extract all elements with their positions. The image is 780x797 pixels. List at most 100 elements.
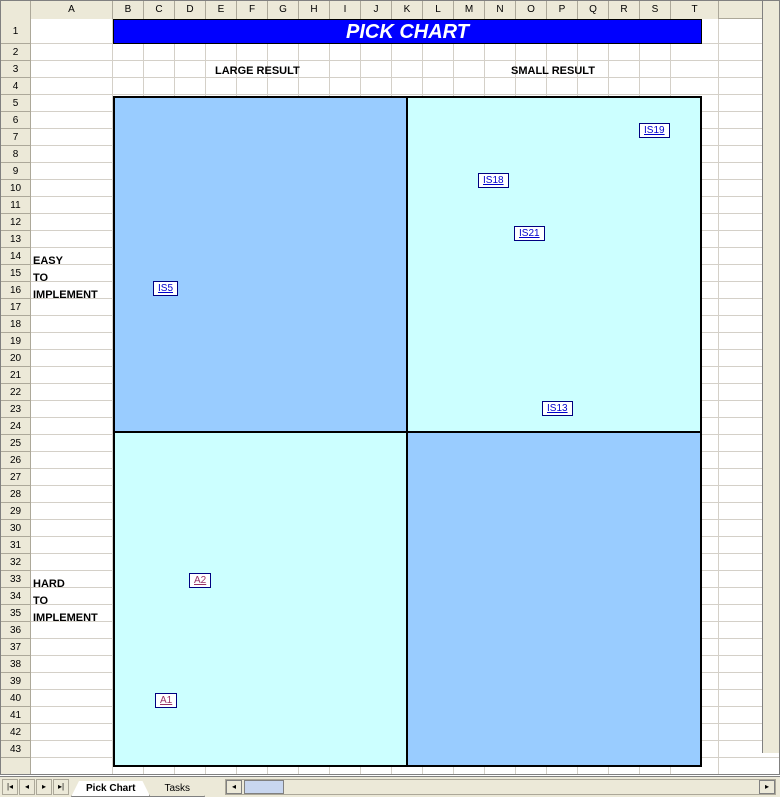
ylabel-easy-1: EASY (33, 255, 63, 267)
col-header-H[interactable]: H (299, 1, 330, 19)
row-header-34[interactable]: 34 (1, 588, 30, 605)
spreadsheet: ABCDEFGHIJKLMNOPQRST 1234567891011121314… (0, 0, 780, 775)
row-header-20[interactable]: 20 (1, 350, 30, 367)
chip-is5[interactable]: IS5 (153, 281, 178, 296)
row-header-38[interactable]: 38 (1, 656, 30, 673)
col-header-M[interactable]: M (454, 1, 485, 19)
quadrant-large-easy (113, 96, 408, 433)
row-header-18[interactable]: 18 (1, 316, 30, 333)
col-header-I[interactable]: I (330, 1, 361, 19)
col-header-K[interactable]: K (392, 1, 423, 19)
select-all-corner[interactable] (1, 1, 31, 19)
row-header-5[interactable]: 5 (1, 95, 30, 112)
vertical-scrollbar[interactable] (762, 1, 779, 753)
row-header-39[interactable]: 39 (1, 673, 30, 690)
nav-first-button[interactable]: |◂ (2, 779, 18, 795)
row-header-12[interactable]: 12 (1, 214, 30, 231)
col-header-S[interactable]: S (640, 1, 671, 19)
row-header-22[interactable]: 22 (1, 384, 30, 401)
chart-title: PICK CHART (113, 19, 702, 44)
col-header-Q[interactable]: Q (578, 1, 609, 19)
col-header-O[interactable]: O (516, 1, 547, 19)
header-large-result: LARGE RESULT (215, 65, 300, 77)
chip-a1[interactable]: A1 (155, 693, 177, 708)
row-header-37[interactable]: 37 (1, 639, 30, 656)
row-header-11[interactable]: 11 (1, 197, 30, 214)
row-header-40[interactable]: 40 (1, 690, 30, 707)
col-header-L[interactable]: L (423, 1, 454, 19)
chip-is18[interactable]: IS18 (478, 173, 509, 188)
ylabel-hard-1: HARD (33, 578, 65, 590)
ylabel-easy-2: TO (33, 272, 48, 284)
tab-pick-chart[interactable]: Pick Chart (71, 781, 150, 797)
ylabel-hard-2: TO (33, 595, 48, 607)
quadrant-large-hard (113, 431, 408, 767)
col-header-J[interactable]: J (361, 1, 392, 19)
row-header-26[interactable]: 26 (1, 452, 30, 469)
row-header-6[interactable]: 6 (1, 112, 30, 129)
tab-tasks[interactable]: Tasks (149, 781, 205, 797)
col-header-B[interactable]: B (113, 1, 144, 19)
chip-is21[interactable]: IS21 (514, 226, 545, 241)
row-header-43[interactable]: 43 (1, 741, 30, 758)
row-header-24[interactable]: 24 (1, 418, 30, 435)
row-header-4[interactable]: 4 (1, 78, 30, 95)
col-header-T[interactable]: T (671, 1, 719, 19)
row-header-30[interactable]: 30 (1, 520, 30, 537)
row-header-16[interactable]: 16 (1, 282, 30, 299)
ylabel-hard-3: IMPLEMENT (33, 612, 98, 624)
row-header-1[interactable]: 1 (1, 19, 30, 44)
nav-prev-button[interactable]: ◂ (19, 779, 35, 795)
row-header-35[interactable]: 35 (1, 605, 30, 622)
row-headers: 1234567891011121314151617181920212223242… (1, 19, 31, 774)
row-header-41[interactable]: 41 (1, 707, 30, 724)
ylabel-easy-3: IMPLEMENT (33, 289, 98, 301)
horizontal-scrollbar[interactable]: ◂ ▸ (225, 779, 776, 795)
scroll-left-button[interactable]: ◂ (226, 780, 242, 794)
row-header-25[interactable]: 25 (1, 435, 30, 452)
scroll-right-button[interactable]: ▸ (759, 780, 775, 794)
row-header-28[interactable]: 28 (1, 486, 30, 503)
cell-grid[interactable]: PICK CHART LARGE RESULT SMALL RESULT EAS… (31, 19, 779, 774)
row-header-3[interactable]: 3 (1, 61, 30, 78)
col-header-F[interactable]: F (237, 1, 268, 19)
sheet-tab-bar: |◂ ◂ ▸ ▸| Pick Chart Tasks ◂ ▸ (0, 776, 780, 797)
quadrant-small-easy (406, 96, 702, 433)
row-header-17[interactable]: 17 (1, 299, 30, 316)
row-header-8[interactable]: 8 (1, 146, 30, 163)
row-header-36[interactable]: 36 (1, 622, 30, 639)
row-header-2[interactable]: 2 (1, 44, 30, 61)
row-header-31[interactable]: 31 (1, 537, 30, 554)
row-header-9[interactable]: 9 (1, 163, 30, 180)
row-header-15[interactable]: 15 (1, 265, 30, 282)
row-header-33[interactable]: 33 (1, 571, 30, 588)
scroll-thumb[interactable] (244, 780, 284, 794)
row-header-29[interactable]: 29 (1, 503, 30, 520)
header-small-result: SMALL RESULT (511, 65, 595, 77)
col-header-N[interactable]: N (485, 1, 516, 19)
quadrant-small-hard (406, 431, 702, 767)
row-header-23[interactable]: 23 (1, 401, 30, 418)
col-header-P[interactable]: P (547, 1, 578, 19)
row-header-7[interactable]: 7 (1, 129, 30, 146)
col-header-G[interactable]: G (268, 1, 299, 19)
chip-is19[interactable]: IS19 (639, 123, 670, 138)
row-header-27[interactable]: 27 (1, 469, 30, 486)
row-header-19[interactable]: 19 (1, 333, 30, 350)
chip-is13[interactable]: IS13 (542, 401, 573, 416)
row-header-14[interactable]: 14 (1, 248, 30, 265)
row-header-21[interactable]: 21 (1, 367, 30, 384)
col-header-C[interactable]: C (144, 1, 175, 19)
col-header-R[interactable]: R (609, 1, 640, 19)
nav-last-button[interactable]: ▸| (53, 779, 69, 795)
row-header-42[interactable]: 42 (1, 724, 30, 741)
column-headers: ABCDEFGHIJKLMNOPQRST (1, 1, 779, 19)
row-header-13[interactable]: 13 (1, 231, 30, 248)
col-header-A[interactable]: A (31, 1, 113, 19)
row-header-32[interactable]: 32 (1, 554, 30, 571)
row-header-10[interactable]: 10 (1, 180, 30, 197)
col-header-D[interactable]: D (175, 1, 206, 19)
col-header-E[interactable]: E (206, 1, 237, 19)
nav-next-button[interactable]: ▸ (36, 779, 52, 795)
chip-a2[interactable]: A2 (189, 573, 211, 588)
